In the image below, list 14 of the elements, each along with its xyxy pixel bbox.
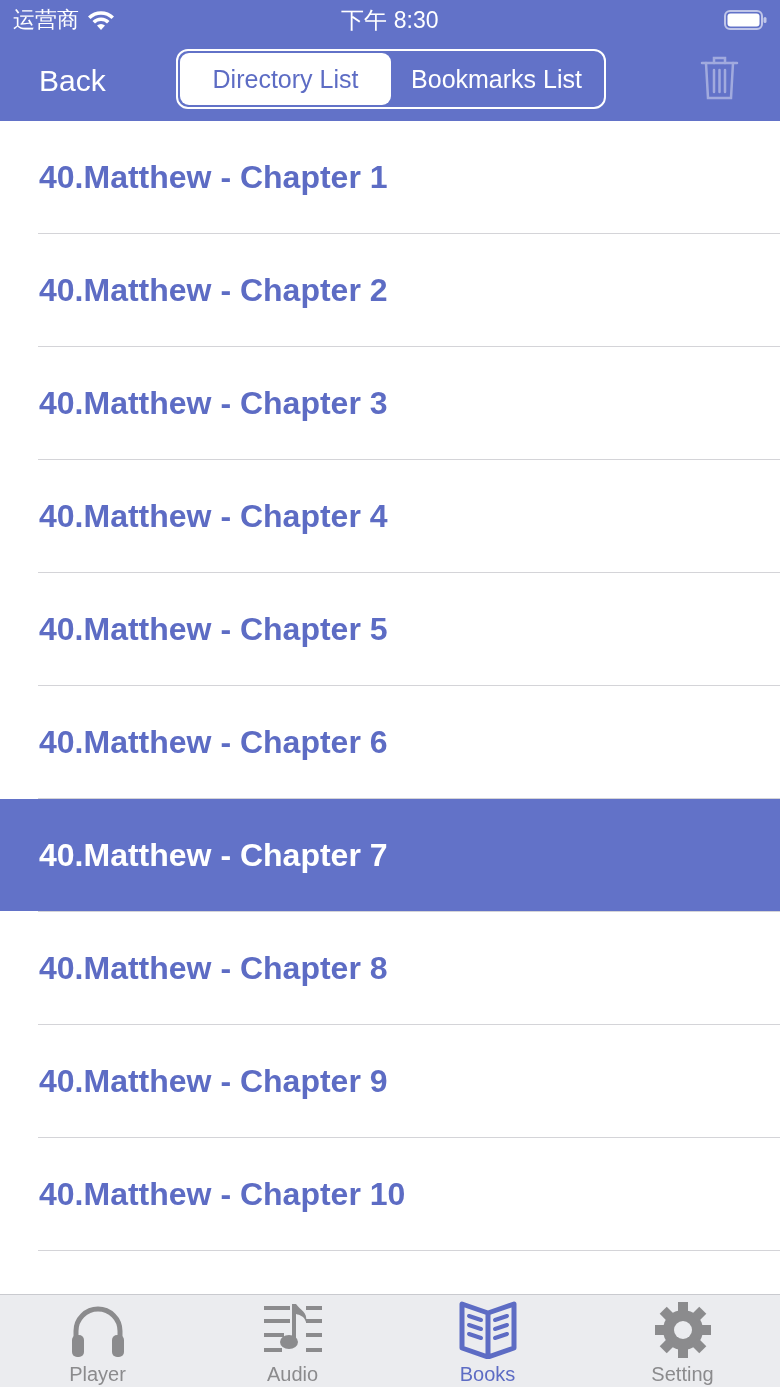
chapter-item[interactable]: 40.Matthew - Chapter 7 — [0, 799, 780, 911]
battery-icon — [724, 10, 767, 30]
tab-bar-item[interactable]: Player — [0, 1295, 195, 1387]
tab-bar-item[interactable]: Books — [390, 1295, 585, 1387]
segment-tab[interactable]: Bookmarks List — [391, 53, 602, 105]
settings-icon — [653, 1301, 712, 1359]
status-time: 下午 8:30 — [341, 8, 439, 32]
segment-tab[interactable]: Directory List — [180, 53, 391, 105]
back-button[interactable]: Back — [39, 65, 106, 96]
tab-bar-item[interactable]: Audio — [195, 1295, 390, 1387]
wifi-icon — [87, 10, 115, 30]
tab-bar-item[interactable]: Setting — [585, 1295, 780, 1387]
carrier-name: 运营商 — [13, 9, 79, 31]
open-book-icon — [458, 1301, 517, 1359]
